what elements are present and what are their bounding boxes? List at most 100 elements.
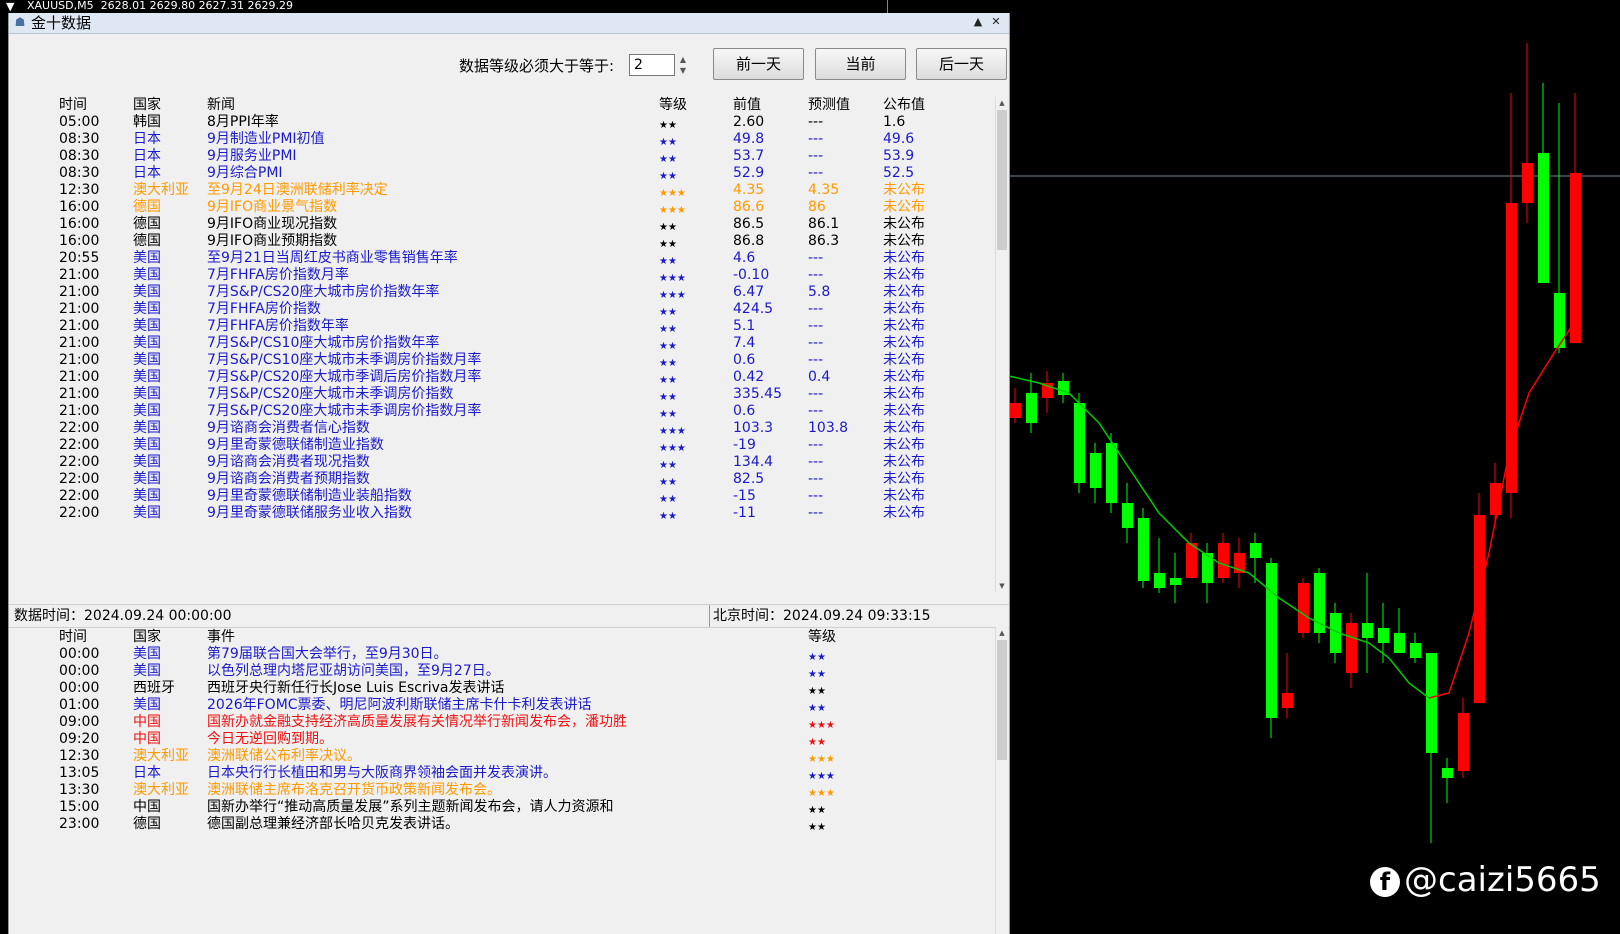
event-row[interactable]: 13:30 澳大利亚 澳洲联储主席布洛克召开货币政策新闻发布会。 ★★★	[9, 782, 989, 799]
table-row[interactable]: 21:00 美国 7月FHFA房价指数年率 ★★ 5.1 --- 未公布	[9, 318, 989, 335]
row-actual: 53.9	[883, 148, 915, 164]
event-row[interactable]: 00:00 美国 以色列总理内塔尼亚胡访问美国，至9月27日。 ★★	[9, 663, 989, 680]
candle-body	[1426, 653, 1437, 753]
row-country: 美国	[133, 318, 161, 334]
row-time: 08:30	[59, 131, 100, 147]
table-row[interactable]: 21:00 美国 7月S&P/CS20座大城市未季调房价指数 ★★ 335.45 --- 未…	[9, 386, 989, 403]
header-news: 新闻	[207, 97, 235, 113]
symbol-quote-line: XAUUSD,M5 2628.01 2629.80 2627.31 2629.2…	[27, 0, 294, 12]
row-actual: 52.5	[883, 165, 915, 181]
table-row[interactable]: 21:00 美国 7月FHFA房价指数月率 ★★★ -0.10 --- 未公布	[9, 267, 989, 284]
table-row[interactable]: 21:00 美国 7月S&P/CS20座大城市季调后房价指数月率 ★★ 0.42 0.4 未…	[9, 369, 989, 386]
event-row[interactable]: 13:05 日本 日本央行行长植田和男与大阪商界领袖会面并发表演讲。 ★★★	[9, 765, 989, 782]
row-country: 美国	[133, 454, 161, 470]
row-news: 7月FHFA房价指数月率	[207, 267, 349, 283]
event-row[interactable]: 09:00 中国 国新办就金融支持经济高质量发展有关情况举行新闻发布会，潘功胜 ★★★	[9, 714, 989, 731]
row-previous: 0.42	[733, 369, 765, 385]
row-news: 8月PPI年率	[207, 114, 279, 130]
scroll-up-icon[interactable]: ▲	[996, 97, 1008, 109]
table-row[interactable]: 20:55 美国 至9月21日当周红皮书商业零售销售年率 ★★ 4.6 --- 未公布	[9, 250, 989, 267]
table-row[interactable]: 08:30 日本 9月综合PMI ★★ 52.9 --- 52.5	[9, 165, 989, 182]
row-time: 08:30	[59, 148, 100, 164]
row-actual: 未公布	[883, 403, 925, 419]
row-previous: 86.6	[733, 199, 765, 215]
table-row[interactable]: 08:30 日本 9月制造业PMI初值 ★★ 49.8 --- 49.6	[9, 131, 989, 148]
event-scroll-thumb[interactable]	[997, 640, 1007, 760]
table-row[interactable]: 21:00 美国 7月FHFA房价指数 ★★ 424.5 --- 未公布	[9, 301, 989, 318]
previous-day-button[interactable]: 前一天	[713, 48, 804, 80]
table-row[interactable]: 08:30 日本 9月服务业PMI ★★ 53.7 --- 53.9	[9, 148, 989, 165]
row-forecast: 86	[808, 199, 826, 215]
table-row[interactable]: 21:00 美国 7月S&P/CS20座大城市未季调房价指数月率 ★★ 0.6 --- 未公…	[9, 403, 989, 420]
spin-down-icon[interactable]: ▼	[677, 65, 689, 76]
candle-body	[1090, 453, 1101, 488]
chart-top-bar: ▼ XAUUSD,M5 2628.01 2629.80 2627.31 2629…	[0, 0, 1620, 13]
table-row[interactable]: 21:00 美国 7月S&P/CS10座大城市房价指数年率 ★★ 7.4 --- 未公布	[9, 335, 989, 352]
candle-body	[1266, 563, 1277, 718]
row-country: 美国	[133, 420, 161, 436]
event-time: 23:00	[59, 816, 100, 832]
spin-up-icon[interactable]: ▲	[677, 54, 689, 65]
event-row[interactable]: 00:00 美国 第79届联合国大会举行，至9月30日。 ★★	[9, 646, 989, 663]
table-row[interactable]: 22:00 美国 9月里奇蒙德联储制造业指数 ★★★ -19 --- 未公布	[9, 437, 989, 454]
row-country: 韩国	[133, 114, 161, 130]
table-row[interactable]: 21:00 美国 7月S&P/CS10座大城市未季调房价指数月率 ★★ 0.6 --- 未公…	[9, 352, 989, 369]
candle-body	[1106, 443, 1117, 503]
candle-body	[1010, 403, 1021, 418]
next-day-button[interactable]: 后一天	[916, 48, 1007, 80]
event-row[interactable]: 23:00 德国 德国副总理兼经济部长哈贝克发表讲话。 ★★	[9, 816, 989, 833]
minimize-button[interactable]: ▲	[971, 15, 985, 29]
chart-dropdown-icon[interactable]: ▼	[6, 1, 14, 13]
scroll-down-icon[interactable]: ▼	[996, 580, 1008, 592]
row-time: 21:00	[59, 403, 100, 419]
row-actual: 未公布	[883, 454, 925, 470]
event-row[interactable]: 15:00 中国 国新办举行“推动高质量发展”系列主题新闻发布会，请人力资源和 ★★	[9, 799, 989, 816]
table-row[interactable]: 21:00 美国 7月S&P/CS20座大城市房价指数年率 ★★★ 6.47 5.8 未公布	[9, 284, 989, 301]
event-scroll-up-icon[interactable]: ▲	[996, 627, 1008, 639]
row-forecast: ---	[808, 505, 824, 521]
scroll-thumb[interactable]	[997, 110, 1007, 250]
row-forecast: ---	[808, 471, 824, 487]
row-forecast: 103.8	[808, 420, 849, 436]
row-actual: 未公布	[883, 216, 925, 232]
event-country: 澳大利亚	[133, 748, 189, 764]
app-icon: ☗	[14, 15, 26, 29]
event-row[interactable]: 12:30 澳大利亚 澳洲联储公布利率决议。 ★★★	[9, 748, 989, 765]
table-row[interactable]: 22:00 美国 9月谘商会消费者预期指数 ★★ 82.5 --- 未公布	[9, 471, 989, 488]
table-row[interactable]: 22:00 美国 9月谘商会消费者信心指数 ★★★ 103.3 103.8 未公布	[9, 420, 989, 437]
row-country: 美国	[133, 250, 161, 266]
candle-body	[1378, 628, 1389, 643]
candlestick-chart[interactable]	[1009, 13, 1620, 934]
event-row[interactable]: 01:00 美国 2026年FOMC票委、明尼阿波利斯联储主席卡什卡利发表讲话 ★★	[9, 697, 989, 714]
table-row[interactable]: 16:00 德国 9月IFO商业现况指数 ★★ 86.5 86.1 未公布	[9, 216, 989, 233]
candle-body	[1074, 403, 1085, 483]
header-forecast: 预测值	[808, 97, 850, 113]
data-table-scrollbar[interactable]: ▲ ▼	[995, 97, 1008, 592]
event-row[interactable]: 09:20 中国 今日无逆回购到期。 ★★	[9, 731, 989, 748]
period-separator	[887, 0, 888, 13]
event-table-scrollbar[interactable]: ▲	[995, 627, 1008, 934]
table-row[interactable]: 22:00 美国 9月里奇蒙德联储服务业收入指数 ★★ -11 --- 未公布	[9, 505, 989, 522]
level-spinner[interactable]: ▲ ▼	[677, 54, 689, 76]
row-forecast: ---	[808, 267, 824, 283]
row-news: 至9月24日澳洲联储利率决定	[207, 182, 388, 198]
table-row[interactable]: 16:00 德国 9月IFO商业景气指数 ★★★ 86.6 86 未公布	[9, 199, 989, 216]
row-country: 德国	[133, 233, 161, 249]
current-day-button[interactable]: 当前	[815, 48, 906, 80]
table-row[interactable]: 16:00 德国 9月IFO商业预期指数 ★★ 86.8 86.3 未公布	[9, 233, 989, 250]
row-time: 08:30	[59, 165, 100, 181]
level-filter-input[interactable]	[629, 54, 675, 76]
table-row[interactable]: 12:30 澳大利亚 至9月24日澳洲联储利率决定 ★★★ 4.35 4.35 未公布	[9, 182, 989, 199]
row-news: 9月里奇蒙德联储服务业收入指数	[207, 505, 412, 521]
window-title: 金十数据	[31, 14, 92, 32]
watermark: f @caizi5665	[1370, 860, 1601, 900]
close-button[interactable]: ✕	[989, 15, 1003, 29]
table-row[interactable]: 22:00 美国 9月里奇蒙德联储制造业装船指数 ★★ -15 --- 未公布	[9, 488, 989, 505]
table-row[interactable]: 22:00 美国 9月谘商会消费者现况指数 ★★ 134.4 --- 未公布	[9, 454, 989, 471]
event-row[interactable]: 00:00 西班牙 西班牙央行新任行长Jose Luis Escriva发表讲话 ★★	[9, 680, 989, 697]
window-titlebar[interactable]: ☗ 金十数据 ▲ ✕	[9, 13, 1009, 34]
table-row[interactable]: 05:00 韩国 8月PPI年率 ★★ 2.60 --- 1.6	[9, 114, 989, 131]
row-previous: -0.10	[733, 267, 770, 283]
status-separator	[709, 605, 710, 627]
row-forecast: ---	[808, 114, 824, 130]
